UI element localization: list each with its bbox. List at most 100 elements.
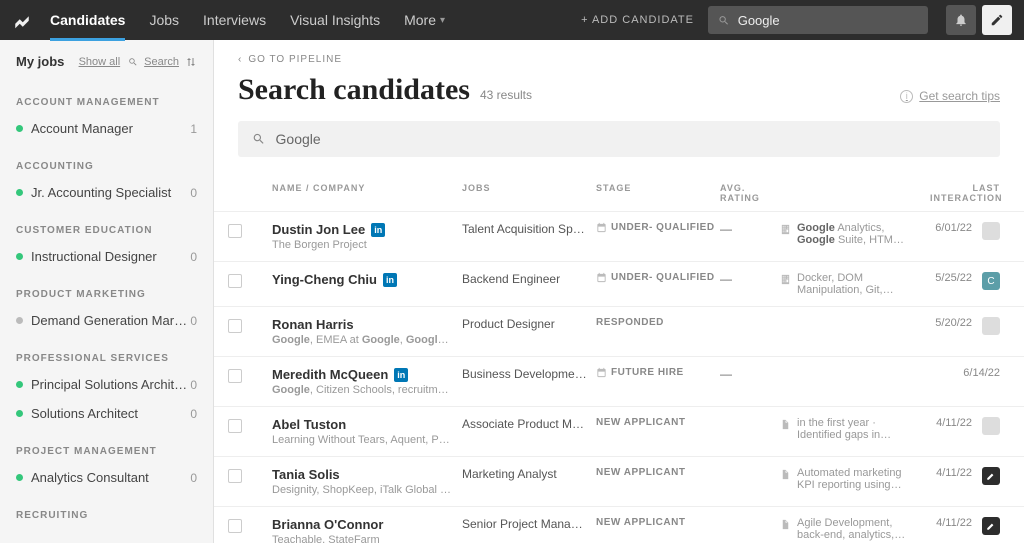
candidate-name[interactable]: Ying-Cheng Chiuin — [272, 272, 462, 287]
table-row[interactable]: Brianna O'ConnorTeachable, StateFarmSeni… — [214, 506, 1024, 543]
row-checkbox[interactable] — [228, 274, 242, 288]
document-icon — [780, 419, 791, 430]
candidate-name[interactable]: Dustin Jon Leein — [272, 222, 462, 237]
job-title: Business Development Re... — [462, 367, 596, 381]
result-count: 43 results — [480, 88, 532, 102]
table-row[interactable]: Ying-Cheng ChiuinBackend EngineerUNDER- … — [214, 261, 1024, 306]
chevron-down-icon: ▾ — [440, 15, 445, 26]
sidebar-category: RECRUITING — [0, 492, 213, 527]
go-to-pipeline-link[interactable]: ‹GO TO PIPELINE — [214, 40, 1024, 73]
table-row[interactable]: Dustin Jon Leein The Borgen Project Talent… — [214, 211, 1024, 261]
candidate-name[interactable]: Brianna O'Connor — [272, 517, 462, 532]
table-row[interactable]: Tania SolisDesignity, ShopKeep, iTalk Gl… — [214, 456, 1024, 506]
job-title: Talent Acquisition Specialist — [462, 222, 596, 236]
sidebar-job-item[interactable]: Solutions Architect0 — [0, 399, 213, 428]
candidate-name[interactable]: Meredith McQueenin — [272, 367, 462, 382]
job-count: 0 — [190, 471, 197, 485]
search-icon — [718, 14, 730, 27]
row-checkbox[interactable] — [228, 369, 242, 383]
sidebar-job-item[interactable]: Account Manager1 — [0, 114, 213, 143]
job-name: Analytics Consultant — [31, 470, 190, 485]
global-search[interactable] — [708, 6, 928, 34]
avg-rating: — — [720, 222, 780, 236]
col-stage[interactable]: STAGE — [596, 183, 720, 203]
nav-more[interactable]: More▾ — [404, 0, 445, 40]
last-interaction: 6/01/22 — [920, 222, 972, 234]
notifications-button[interactable] — [946, 5, 976, 35]
candidate-search[interactable] — [238, 121, 1000, 157]
job-title: Product Designer — [462, 317, 596, 331]
calendar-icon — [596, 367, 607, 378]
row-checkbox[interactable] — [228, 519, 242, 533]
nav-visual-insights[interactable]: Visual Insights — [290, 0, 380, 40]
sidebar-job-item[interactable]: Jr. Accounting Specialist0 — [0, 178, 213, 207]
col-name[interactable]: NAME / COMPANY — [272, 183, 462, 203]
candidate-name[interactable]: Ronan Harris — [272, 317, 462, 332]
sort-icon[interactable] — [185, 56, 197, 68]
sidebar-category: ACCOUNT MANAGEMENT — [0, 79, 213, 114]
sidebar-category: PROJECT MANAGEMENT — [0, 428, 213, 463]
linkedin-icon[interactable]: in — [371, 223, 385, 237]
candidate-company: The Borgen Project — [272, 239, 452, 251]
job-count: 1 — [190, 122, 197, 136]
search-tips-link[interactable]: iGet search tips — [900, 89, 1000, 103]
status-dot-icon — [16, 410, 23, 417]
tags: Agile Development, back-end, analytics, … — [780, 517, 920, 541]
building-icon — [780, 224, 791, 235]
col-rating[interactable]: AVG. RATING — [720, 183, 780, 203]
col-last-interaction[interactable]: LAST INTERACTION — [930, 183, 1000, 203]
candidate-search-input[interactable] — [276, 131, 986, 147]
avatar — [982, 317, 1000, 335]
nav-jobs[interactable]: Jobs — [149, 0, 179, 40]
sidebar-category: PROFESSIONAL SERVICES — [0, 335, 213, 370]
job-count: 0 — [190, 314, 197, 328]
status-dot-icon — [16, 474, 23, 481]
compose-button[interactable] — [982, 5, 1012, 35]
job-name: Account Manager — [31, 121, 190, 136]
col-jobs[interactable]: JOBS — [462, 183, 596, 203]
row-checkbox[interactable] — [228, 469, 242, 483]
table-header: NAME / COMPANY JOBS STAGE AVG. RATING LA… — [214, 169, 1024, 211]
tags: Google Analytics, Google Suite, HTML, Hu… — [780, 222, 920, 246]
sidebar-job-item[interactable]: Demand Generation Marketing ...0 — [0, 306, 213, 335]
nav-candidates[interactable]: Candidates — [50, 0, 125, 40]
avg-rating: — — [720, 367, 780, 381]
search-icon[interactable] — [128, 57, 138, 67]
linkedin-icon[interactable]: in — [394, 368, 408, 382]
candidate-name[interactable]: Abel Tuston — [272, 417, 462, 432]
main-content: ‹GO TO PIPELINE Search candidates 43 res… — [214, 40, 1024, 543]
stage-badge: NEW APPLICANT — [596, 467, 720, 478]
job-name: Demand Generation Marketing ... — [31, 313, 190, 328]
table-row[interactable]: Meredith McQueeninGoogle, Citizen School… — [214, 356, 1024, 406]
table-row[interactable]: Ronan HarrisGoogle, EMEA at Google, Goog… — [214, 306, 1024, 356]
sidebar-search-link[interactable]: Search — [144, 56, 179, 68]
candidate-name[interactable]: Tania Solis — [272, 467, 462, 482]
sidebar-job-item[interactable]: Principal Solutions Architect0 — [0, 370, 213, 399]
stage-badge: RESPONDED — [596, 317, 720, 328]
row-checkbox[interactable] — [228, 419, 242, 433]
stage-badge: NEW APPLICANT — [596, 417, 720, 428]
row-checkbox[interactable] — [228, 319, 242, 333]
sidebar-job-item[interactable]: Instructional Designer0 — [0, 242, 213, 271]
calendar-icon — [596, 222, 607, 233]
global-search-input[interactable] — [738, 13, 918, 28]
show-all-link[interactable]: Show all — [79, 56, 121, 68]
linkedin-icon[interactable]: in — [383, 273, 397, 287]
app-logo[interactable] — [12, 10, 32, 30]
document-icon — [780, 469, 791, 480]
add-candidate-button[interactable]: + ADD CANDIDATE — [581, 14, 694, 26]
last-interaction: 4/11/22 — [920, 517, 972, 529]
nav-interviews[interactable]: Interviews — [203, 0, 266, 40]
row-checkbox[interactable] — [228, 224, 242, 238]
status-dot-icon — [16, 125, 23, 132]
top-nav: Candidates Jobs Interviews Visual Insigh… — [0, 0, 1024, 40]
sidebar-job-item[interactable]: Analytics Consultant0 — [0, 463, 213, 492]
sidebar-category: CUSTOMER EDUCATION — [0, 207, 213, 242]
job-count: 0 — [190, 378, 197, 392]
avatar — [982, 467, 1000, 485]
avatar — [982, 517, 1000, 535]
last-interaction: 4/11/22 — [920, 417, 972, 429]
calendar-icon — [596, 272, 607, 283]
table-row[interactable]: Abel TustonLearning Without Tears, Aquen… — [214, 406, 1024, 456]
job-title: Associate Product Manager — [462, 417, 596, 431]
